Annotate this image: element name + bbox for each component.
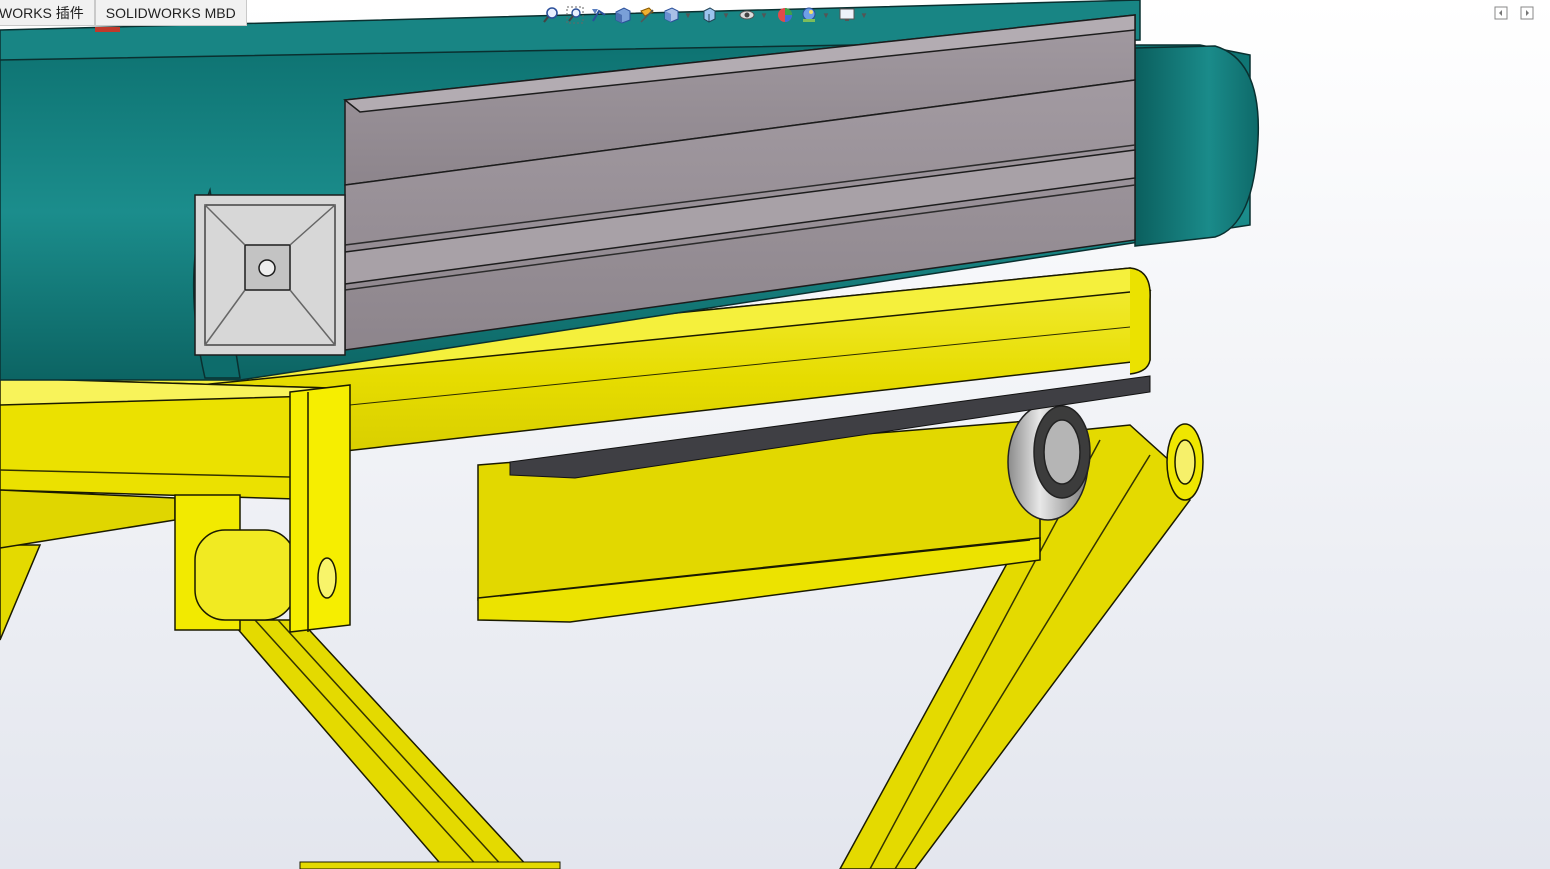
- base-rail: [299, 861, 561, 869]
- view-settings-button[interactable]: [836, 4, 858, 26]
- hide-show-items-icon: [739, 10, 755, 20]
- hide-show-items-button[interactable]: [736, 4, 758, 26]
- dynamic-annotation-views-button[interactable]: [636, 4, 658, 26]
- hide-show-items-dropdown-icon[interactable]: ▼: [760, 11, 768, 20]
- previous-view-icon: [592, 9, 606, 22]
- tile-right-icon[interactable]: [1520, 6, 1534, 20]
- apply-scene-dropdown-icon[interactable]: ▼: [822, 11, 830, 20]
- edit-appearance-button[interactable]: [774, 4, 796, 26]
- apply-scene-button[interactable]: [798, 4, 820, 26]
- tab-solidworks-mbd[interactable]: SOLIDWORKS MBD: [94, 0, 247, 26]
- display-style-icon: [703, 7, 716, 23]
- previous-view-button[interactable]: [588, 4, 610, 26]
- section-view-icon: [615, 7, 631, 24]
- view-orientation-dropdown-icon[interactable]: ▼: [684, 11, 692, 20]
- dynamic-annotation-views-icon: [640, 7, 654, 23]
- zoom-to-area-icon: [566, 6, 584, 24]
- view-orientation-icon: [664, 7, 679, 23]
- heads-up-view-toolbar: ▼ ▼ ▼ ▼ ▼: [540, 2, 872, 28]
- display-style-dropdown-icon[interactable]: ▼: [722, 11, 730, 20]
- tab-solidworks-addins[interactable]: WORKS 插件: [0, 0, 95, 26]
- apply-scene-icon: [802, 7, 816, 22]
- command-manager-tabs: WORKS 插件 SOLIDWORKS MBD: [0, 0, 247, 27]
- red-marker: [95, 27, 120, 32]
- zoom-to-fit-button[interactable]: [540, 4, 562, 26]
- zoom-to-area-button[interactable]: [564, 4, 586, 26]
- zoom-to-fit-icon: [543, 7, 558, 23]
- viewport-window-controls: [1494, 6, 1534, 20]
- view-settings-icon: [839, 8, 855, 21]
- edit-appearance-icon: [778, 8, 792, 22]
- 3d-model-view[interactable]: [0, 0, 1550, 869]
- section-view-button[interactable]: [612, 4, 634, 26]
- view-orientation-button[interactable]: [660, 4, 682, 26]
- display-style-button[interactable]: [698, 4, 720, 26]
- view-settings-dropdown-icon[interactable]: ▼: [860, 11, 868, 20]
- graphics-area[interactable]: [0, 0, 1550, 869]
- tile-left-icon[interactable]: [1494, 6, 1508, 20]
